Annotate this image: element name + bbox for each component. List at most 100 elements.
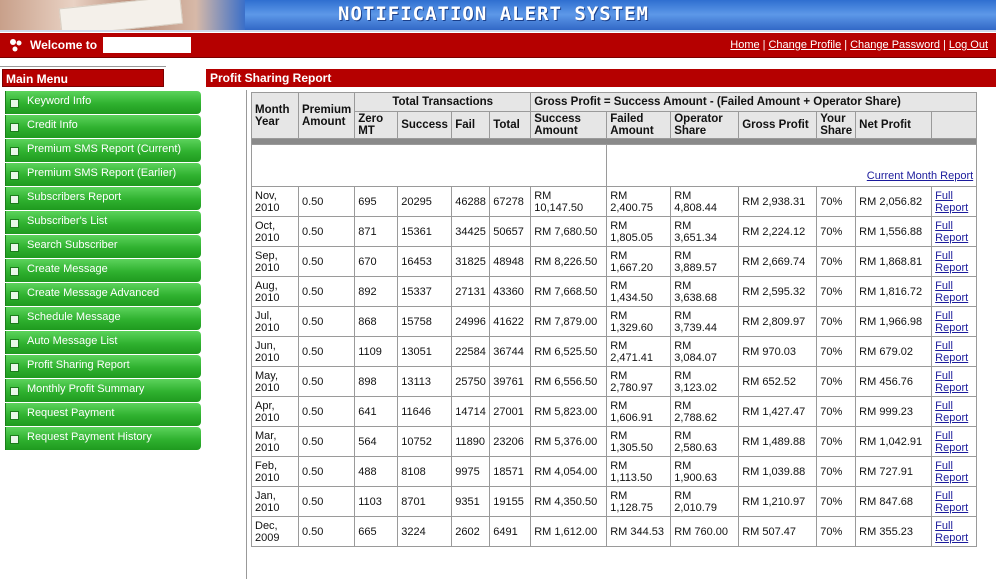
full-report-link[interactable]: Full Report [935,190,968,214]
cell-net-profit: RM 1,966.98 [855,306,933,337]
cell-premium: 0.50 [297,246,356,277]
table-row: Dec, 2009 0.50 665 3224 2602 6491 RM 1,612.00 R… [251,516,978,547]
table-row: Jun, 2010 0.50 1109 13051 22584 36744 RM 6,525… [251,336,978,367]
cell-total: 48948 [489,246,532,277]
full-report-link[interactable]: Full Report [935,400,968,424]
cell-action: Full Report [931,396,978,427]
full-report-link[interactable]: Full Report [935,370,968,394]
menu-item-profit-sharing-report[interactable]: Profit Sharing Report [5,355,201,378]
cell-failed-amount: RM 1,305.50 [606,426,672,457]
menu-item-create-message[interactable]: Create Message [5,259,201,282]
cell-operator-share: RM 1,900.63 [670,456,740,487]
cell-total: 27001 [489,396,532,427]
menu-item-label: Credit Info [27,119,78,131]
cell-success-amount: RM 5,376.00 [530,426,608,457]
menu-item-label: Request Payment [27,407,115,419]
cell-operator-share: RM 3,123.02 [670,366,740,397]
full-report-link[interactable]: Full Report [935,460,968,484]
cell-your-share: 70% [816,276,857,307]
cell-operator-share: RM 3,084.07 [670,336,740,367]
menu-item-subscriber-s-list[interactable]: Subscriber's List [5,211,201,234]
cell-fail: 9351 [451,486,491,517]
cell-gross-profit: RM 2,224.12 [738,216,818,247]
cell-gross-profit: RM 2,595.32 [738,276,818,307]
cell-operator-share: RM 760.00 [670,516,740,547]
app-title: NOTIFICATION ALERT SYSTEM [338,3,649,25]
cell-zero-mt: 564 [354,426,399,457]
menu-item-label: Create Message Advanced [27,287,160,299]
cell-failed-amount: RM 2,400.75 [606,186,672,217]
cell-net-profit: RM 847.68 [855,486,933,517]
menu-item-request-payment[interactable]: Request Payment [5,403,201,426]
cell-month: Mar, 2010 [251,426,299,457]
full-report-link[interactable]: Full Report [935,430,968,454]
full-report-link[interactable]: Full Report [935,220,968,244]
menu-item-search-subscriber[interactable]: Search Subscriber [5,235,201,258]
table-row: Jul, 2010 0.50 868 15758 24996 41622 RM 7,879.… [251,306,978,337]
menu-item-create-message-advanced[interactable]: Create Message Advanced [5,283,201,306]
full-report-link[interactable]: Full Report [935,310,968,334]
full-report-link[interactable]: Full Report [935,520,968,544]
link-separator: | [844,39,848,51]
cell-zero-mt: 1109 [354,336,399,367]
cell-net-profit: RM 456.76 [855,366,933,397]
cell-gross-profit: RM 1,427.47 [738,396,818,427]
menu-bullet-icon [10,267,19,276]
menu-bullet-icon [10,291,19,300]
cell-net-profit: RM 727.91 [855,456,933,487]
cell-success-amount: RM 10,147.50 [530,186,608,217]
cell-zero-mt: 488 [354,456,399,487]
menu-item-label: Subscriber's List [27,215,108,227]
menu-item-label: Schedule Message [27,311,121,323]
table-row: Jan, 2010 0.50 1103 8701 9351 19155 RM 4,350.5… [251,486,978,517]
current-month-cell: Current Month Report [606,144,978,187]
cell-fail: 31825 [451,246,491,277]
menu-item-schedule-message[interactable]: Schedule Message [5,307,201,330]
top-nav-links: Home | Change Profile | Change Password | Log … [730,39,988,51]
menu-bullet-icon [10,171,19,180]
menu-item-request-payment-history[interactable]: Request Payment History [5,427,201,450]
change-profile-link[interactable]: Change Profile [768,39,841,51]
cell-action: Full Report [931,336,978,367]
cell-your-share: 70% [816,426,857,457]
col-zero-mt: Zero MT [354,111,399,139]
full-report-link[interactable]: Full Report [935,250,968,274]
table-row: May, 2010 0.50 898 13113 25750 39761 RM 6,556.… [251,366,978,397]
cell-success: 13051 [397,336,453,367]
cell-premium: 0.50 [297,486,356,517]
home-link[interactable]: Home [730,39,759,51]
cell-premium: 0.50 [297,306,356,337]
cell-net-profit: RM 1,042.91 [855,426,933,457]
cell-gross-profit: RM 2,938.31 [738,186,818,217]
change-password-link[interactable]: Change Password [850,39,940,51]
menu-item-monthly-profit-summary[interactable]: Monthly Profit Summary [5,379,201,402]
menu-item-auto-message-list[interactable]: Auto Message List [5,331,201,354]
menu-item-credit-info[interactable]: Credit Info [5,115,201,138]
cell-gross-profit: RM 1,489.88 [738,426,818,457]
full-report-link[interactable]: Full Report [935,340,968,364]
cell-action: Full Report [931,516,978,547]
menu-item-keyword-info[interactable]: Keyword Info [5,91,201,114]
cell-action: Full Report [931,216,978,247]
cell-net-profit: RM 1,816.72 [855,276,933,307]
cell-success-amount: RM 1,612.00 [530,516,608,547]
menu-item-premium-sms-report-current[interactable]: Premium SMS Report (Current) [5,139,201,162]
menu-bullet-icon [10,243,19,252]
menu-bullet-icon [10,339,19,348]
cell-zero-mt: 868 [354,306,399,337]
menu-item-subscribers-report[interactable]: Subscribers Report [5,187,201,210]
users-icon [10,39,22,52]
cell-month: Jul, 2010 [251,306,299,337]
cell-gross-profit: RM 2,669.74 [738,246,818,277]
cell-your-share: 70% [816,366,857,397]
current-month-report-link[interactable]: Current Month Report [867,170,973,182]
spacer-cell [250,144,608,187]
menu-bullet-icon [10,363,19,372]
report-body: Current Month Report Nov, 2010 0.50 695 202… [250,144,978,547]
full-report-link[interactable]: Full Report [935,280,968,304]
full-report-link[interactable]: Full Report [935,490,968,514]
menu-item-premium-sms-report-earlier[interactable]: Premium SMS Report (Earlier) [5,163,201,186]
logout-link[interactable]: Log Out [949,39,988,51]
cell-fail: 46288 [451,186,491,217]
cell-net-profit: RM 999.23 [855,396,933,427]
